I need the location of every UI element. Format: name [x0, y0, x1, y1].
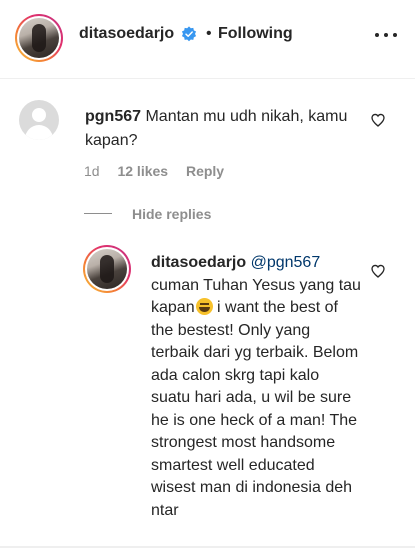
- like-reply-heart-icon[interactable]: [370, 263, 386, 279]
- reply-author-photo: [87, 249, 127, 289]
- commenter-avatar[interactable]: [19, 100, 59, 140]
- verified-badge-icon: [181, 26, 197, 42]
- comment-age: 1d: [84, 163, 100, 179]
- commenter-username[interactable]: pgn567: [85, 108, 141, 125]
- reply-username[interactable]: ditasoedarjo: [151, 254, 246, 271]
- reply-button[interactable]: Reply: [186, 163, 224, 179]
- comment-meta: 1d 12 likes Reply: [84, 163, 224, 179]
- reply-author-avatar[interactable]: [83, 245, 131, 293]
- following-button[interactable]: Following: [218, 25, 293, 43]
- replies-divider: [84, 213, 112, 214]
- reply-mention[interactable]: @pgn567: [251, 254, 321, 271]
- author-photo: [19, 18, 59, 58]
- reply-body: ditasoedarjo @pgn567 cuman Tuhan Yesus y…: [151, 252, 361, 522]
- separator-dot: •: [206, 25, 212, 42]
- more-options-icon[interactable]: [375, 26, 397, 44]
- comment-body: pgn567 Mantan mu udh nikah, kamu kapan?: [85, 105, 355, 153]
- laughing-emoji-icon: [195, 298, 213, 315]
- reply-text-end: i want the best of the bestest! Only yan…: [151, 299, 359, 519]
- post-header: ditasoedarjo • Following: [0, 0, 415, 79]
- author-username[interactable]: ditasoedarjo: [79, 25, 174, 43]
- author-avatar[interactable]: [15, 14, 63, 62]
- hide-replies-button[interactable]: Hide replies: [132, 206, 211, 222]
- like-comment-heart-icon[interactable]: [370, 112, 386, 128]
- comment-likes[interactable]: 12 likes: [117, 163, 168, 179]
